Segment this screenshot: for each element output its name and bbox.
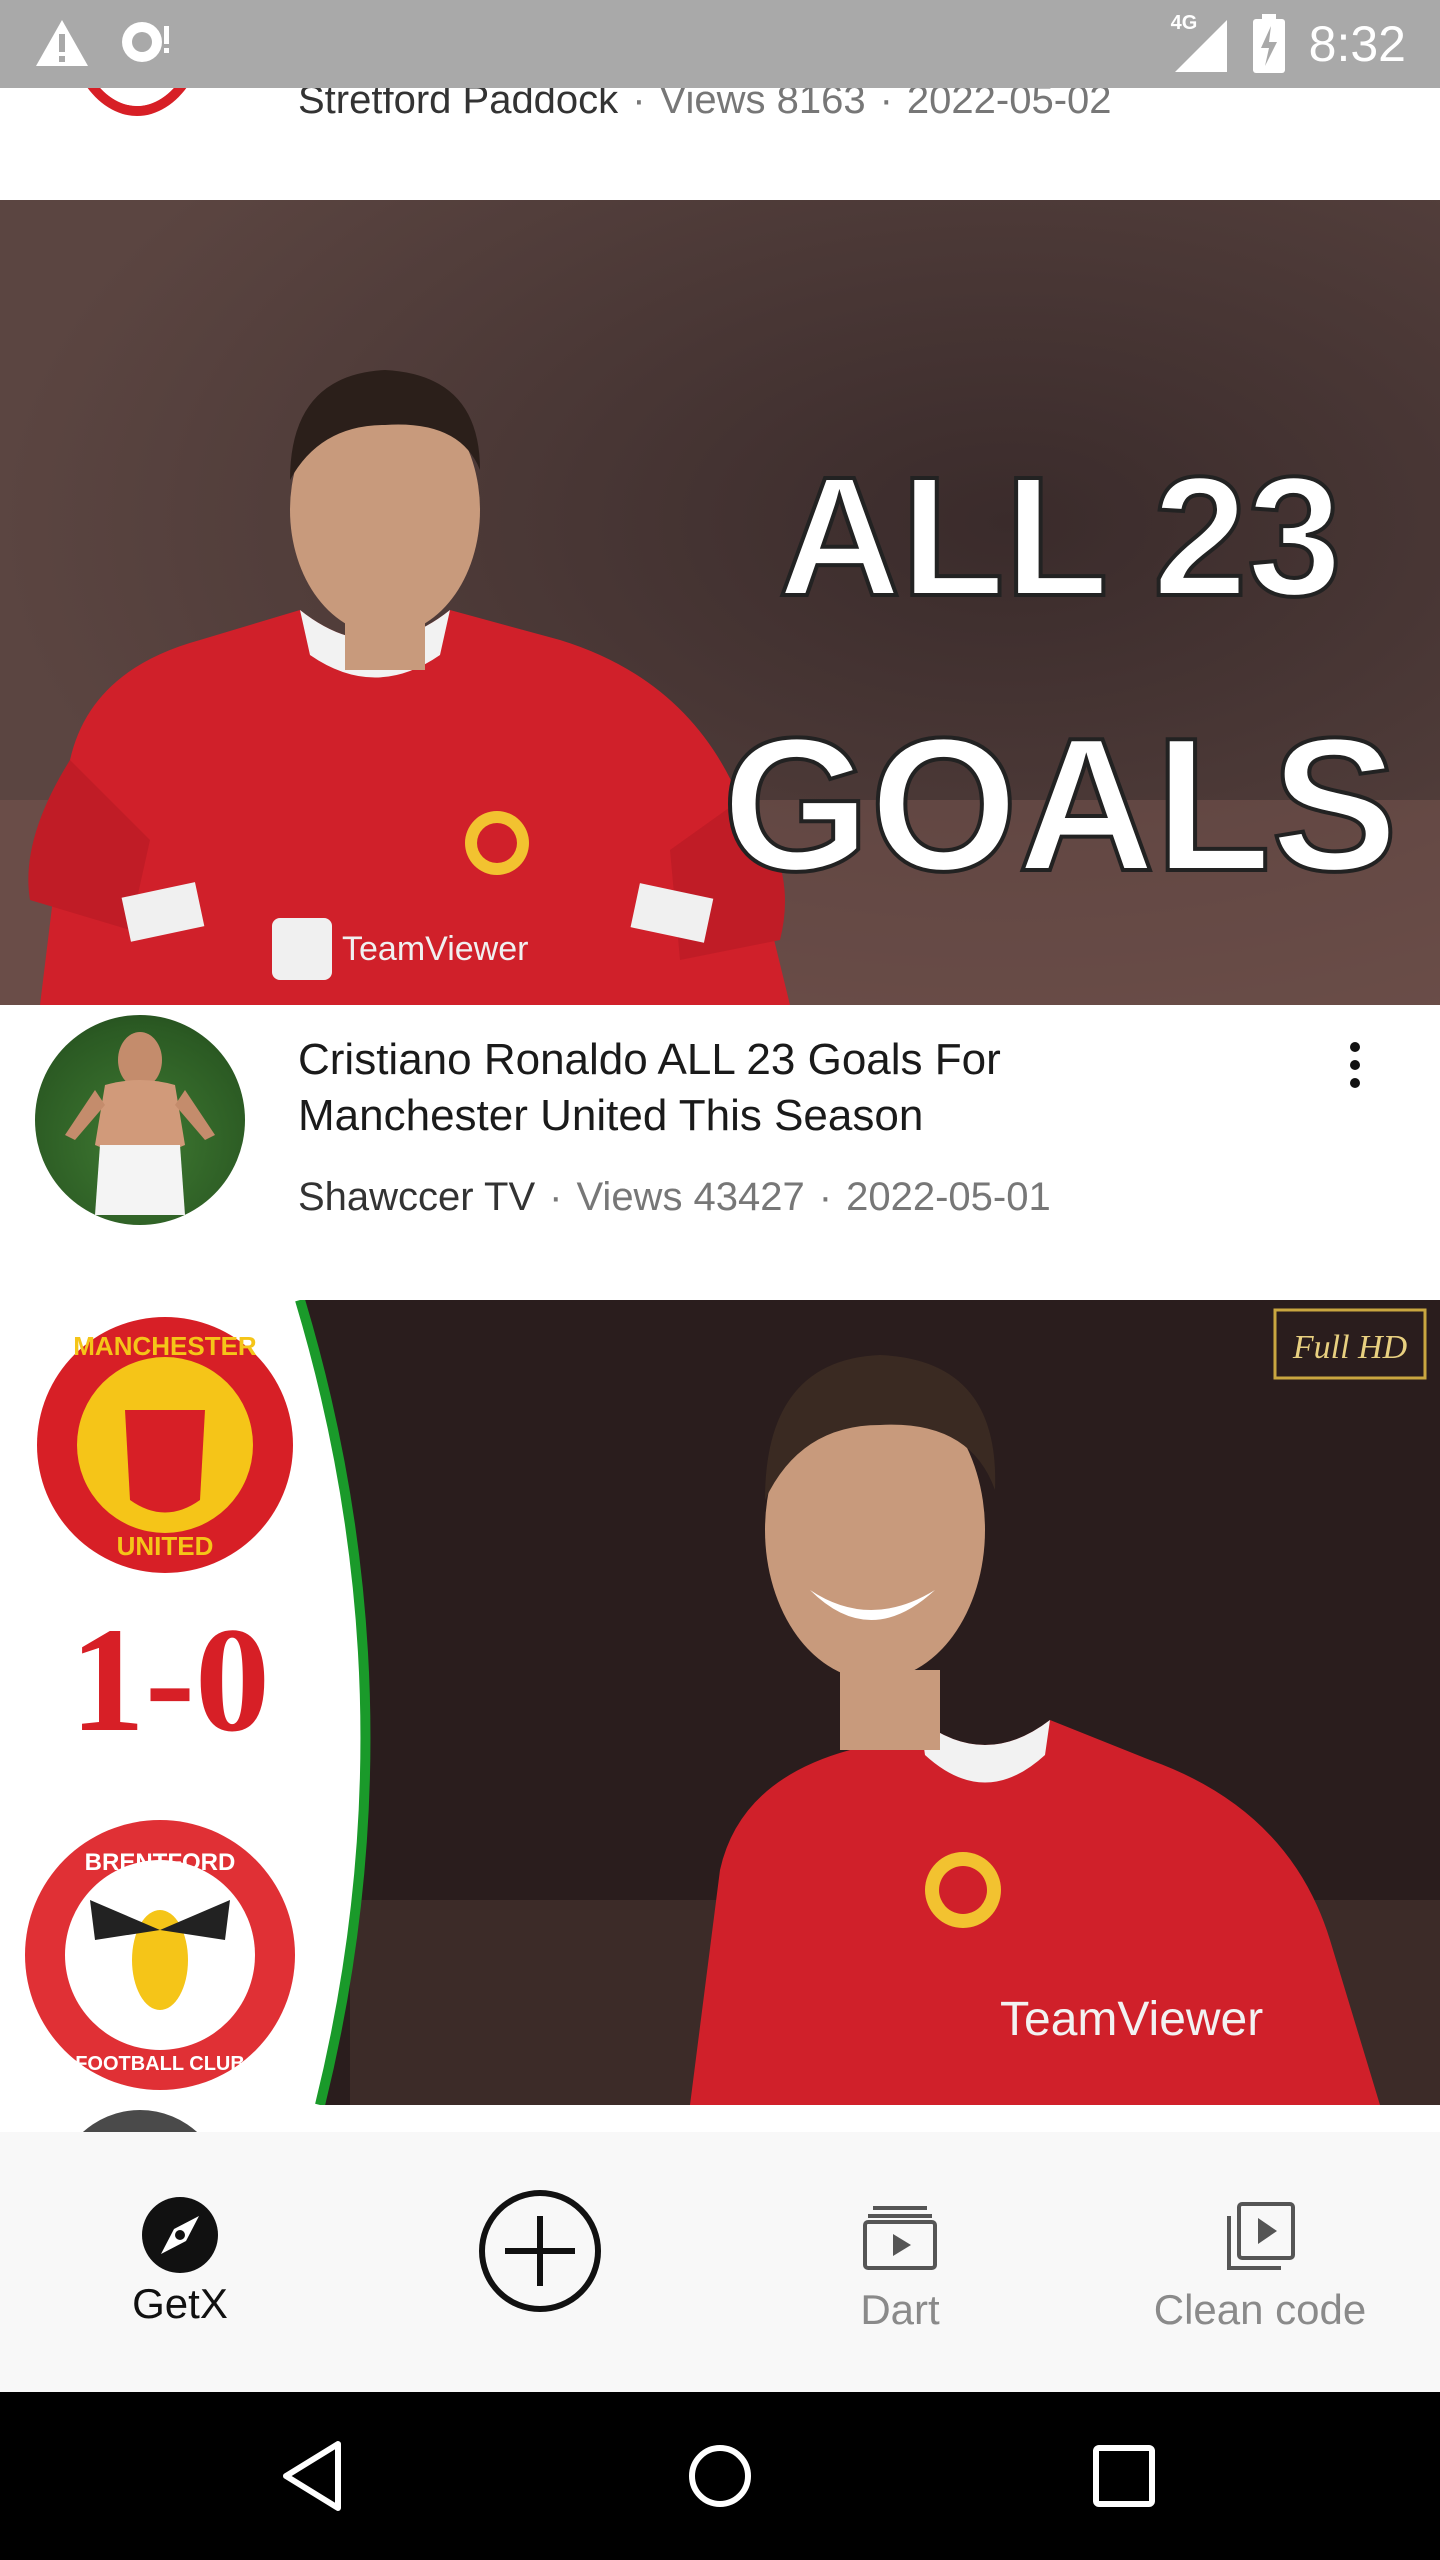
video-thumbnail[interactable]: TeamViewer ALL 23 GOALS bbox=[0, 200, 1440, 1005]
dot bbox=[1350, 1042, 1360, 1052]
thumbnail-title-line1: ALL 23 bbox=[778, 442, 1342, 632]
channel-name[interactable]: Shawccer TV bbox=[298, 1175, 535, 1219]
nav-item-dart[interactable]: Dart bbox=[720, 2132, 1080, 2392]
sponsor-text: TeamViewer bbox=[342, 930, 528, 968]
crest2-bottom-text: FOOTBALL CLUB bbox=[75, 2053, 245, 2075]
sponsor-text: TeamViewer bbox=[1000, 1993, 1263, 2046]
video-meta: Shawccer TV · Views 43427 · 2022-05-01 bbox=[298, 1175, 1051, 1220]
video-title[interactable]: Cristiano Ronaldo ALL 23 Goals For Manch… bbox=[298, 1032, 1198, 1144]
network-type: 4G bbox=[1170, 12, 1198, 34]
thumbnail-art: TeamViewer ALL 23 GOALS bbox=[0, 200, 1440, 1005]
more-options-icon[interactable] bbox=[1325, 1035, 1385, 1095]
cell-signal-icon: 4G bbox=[1170, 12, 1229, 74]
hd-badge: Full HD bbox=[1292, 1329, 1408, 1366]
meta-separator: · bbox=[818, 1175, 833, 1219]
compass-icon bbox=[142, 2197, 218, 2273]
nav-label: Clean code bbox=[1153, 2286, 1367, 2333]
recents-icon[interactable] bbox=[1084, 2436, 1164, 2516]
status-bar: 4G 8:32 bbox=[0, 0, 1440, 88]
crest2-text: BRENTFORD bbox=[85, 1849, 236, 1876]
clock: 8:32 bbox=[1308, 16, 1406, 72]
battery-charging-icon bbox=[1252, 14, 1285, 73]
play-box-icon bbox=[1227, 2202, 1295, 2270]
thumbnail-score: 1-0 bbox=[70, 1597, 270, 1763]
thumbnail-title-line2: GOALS bbox=[722, 699, 1398, 911]
sync-problem-icon bbox=[122, 22, 169, 62]
back-icon[interactable] bbox=[276, 2436, 356, 2516]
warning-icon bbox=[36, 20, 88, 66]
thumbnail-art: MANCHESTER UNITED 1-0 BRENTFORD FOOTBALL… bbox=[0, 1300, 1440, 2105]
bottom-navigation: GetX Dart Clean code bbox=[0, 2132, 1440, 2392]
home-icon[interactable] bbox=[680, 2436, 760, 2516]
channel-avatar-image bbox=[65, 1032, 215, 1215]
nav-item-getx[interactable]: GetX bbox=[0, 2132, 360, 2392]
nav-item-add[interactable] bbox=[360, 2132, 720, 2392]
channel-avatar[interactable] bbox=[35, 1015, 245, 1225]
video-thumbnail[interactable]: MANCHESTER UNITED 1-0 BRENTFORD FOOTBALL… bbox=[0, 1300, 1440, 2105]
dot bbox=[1350, 1078, 1360, 1088]
view-count: Views 43427 bbox=[576, 1175, 805, 1219]
nav-label: Dart bbox=[860, 2286, 940, 2333]
system-navigation-bar bbox=[0, 2392, 1440, 2560]
crest-bottom-text: UNITED bbox=[117, 1531, 214, 1561]
meta-separator: · bbox=[549, 1175, 563, 1219]
add-circle-icon bbox=[479, 2190, 601, 2312]
upload-date: 2022-05-01 bbox=[846, 1175, 1051, 1219]
channel-avatar[interactable] bbox=[55, 2110, 225, 2132]
nav-item-clean-code[interactable]: Clean code bbox=[1080, 2132, 1440, 2392]
video-feed[interactable]: Stretford Paddock · Views 8163 · 2022-05-02 bbox=[0, 0, 1440, 2132]
dot bbox=[1350, 1060, 1360, 1070]
video-library-icon bbox=[863, 2206, 937, 2270]
nav-label: GetX bbox=[132, 2280, 228, 2327]
crest-top-text: MANCHESTER bbox=[73, 1331, 257, 1361]
